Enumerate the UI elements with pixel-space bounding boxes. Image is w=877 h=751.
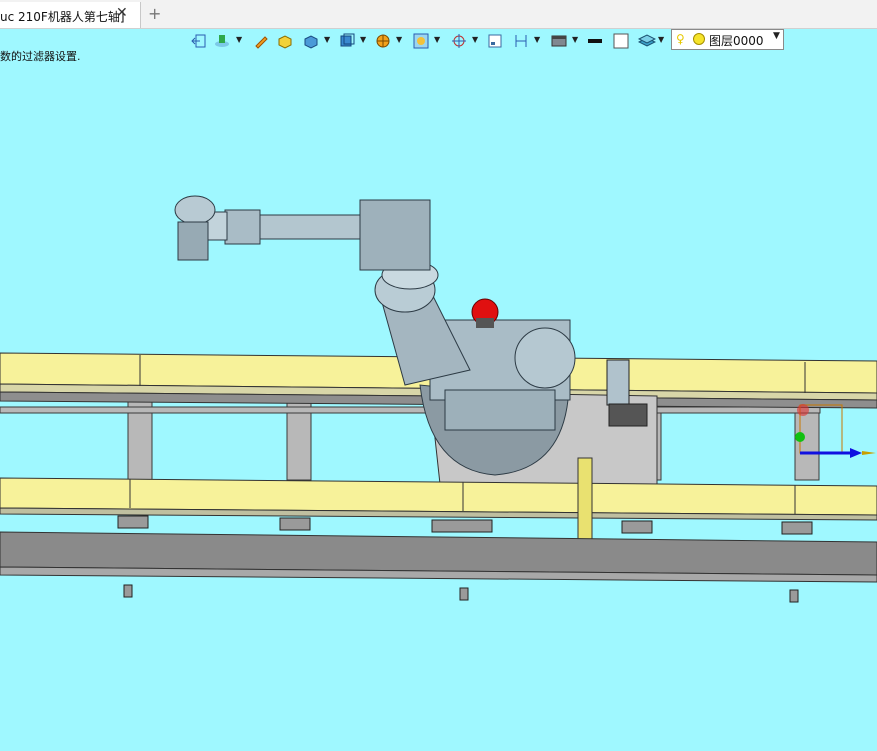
shaded-box-icon[interactable] [300, 30, 322, 52]
chevron-down-icon[interactable]: ▼ [434, 35, 440, 44]
solid-yellow-box-icon[interactable] [274, 30, 296, 52]
sphere-display-icon[interactable] [410, 30, 432, 52]
chevron-down-icon[interactable]: ▼ [472, 35, 478, 44]
black-line-icon[interactable] [584, 30, 606, 52]
document-tab[interactable]: uc 210F机器人第七轴] ✕ [0, 2, 141, 28]
move-axis-icon[interactable] [448, 30, 470, 52]
dimension-icon[interactable] [510, 30, 532, 52]
chevron-down-icon[interactable]: ▼ [324, 35, 330, 44]
close-icon[interactable]: ✕ [116, 5, 128, 21]
layers-stack-icon[interactable] [636, 30, 658, 52]
back-frame [0, 399, 821, 481]
white-fill-icon[interactable] [610, 30, 632, 52]
lightbulb-icon[interactable]: ♀ [676, 32, 685, 46]
frame-icon[interactable] [484, 30, 506, 52]
chevron-down-icon[interactable]: ▼ [236, 35, 242, 44]
front-rail [0, 477, 877, 521]
layer-name: 图层0000 [709, 34, 764, 48]
chevron-down-icon[interactable]: ▼ [658, 35, 664, 44]
chevron-down-icon[interactable]: ▼ [396, 35, 402, 44]
robot-forearm [174, 195, 361, 261]
layer-active-icon [693, 33, 705, 45]
chevron-down-icon[interactable]: ▼ [572, 35, 578, 44]
chevron-down-icon[interactable]: ▼ [534, 35, 540, 44]
pencil-edit-icon[interactable] [250, 30, 272, 52]
cad-viewport[interactable] [0, 52, 877, 751]
tab-title: uc 210F机器人第七轴] [0, 10, 125, 24]
render-mode-icon[interactable] [212, 30, 234, 52]
layer-selector[interactable]: ♀ 图层0000 ▼ [671, 29, 784, 50]
display-style-icon[interactable] [548, 30, 570, 52]
chevron-down-icon[interactable]: ▼ [773, 31, 780, 41]
add-tab-icon[interactable]: + [148, 4, 161, 23]
tab-bar: uc 210F机器人第七轴] ✕ + [0, 0, 877, 29]
chevron-down-icon[interactable]: ▼ [360, 35, 366, 44]
exit-sketch-icon[interactable] [188, 30, 210, 52]
front-beam [0, 531, 877, 583]
section-icon[interactable] [372, 30, 394, 52]
view-cube-icon[interactable] [336, 30, 358, 52]
